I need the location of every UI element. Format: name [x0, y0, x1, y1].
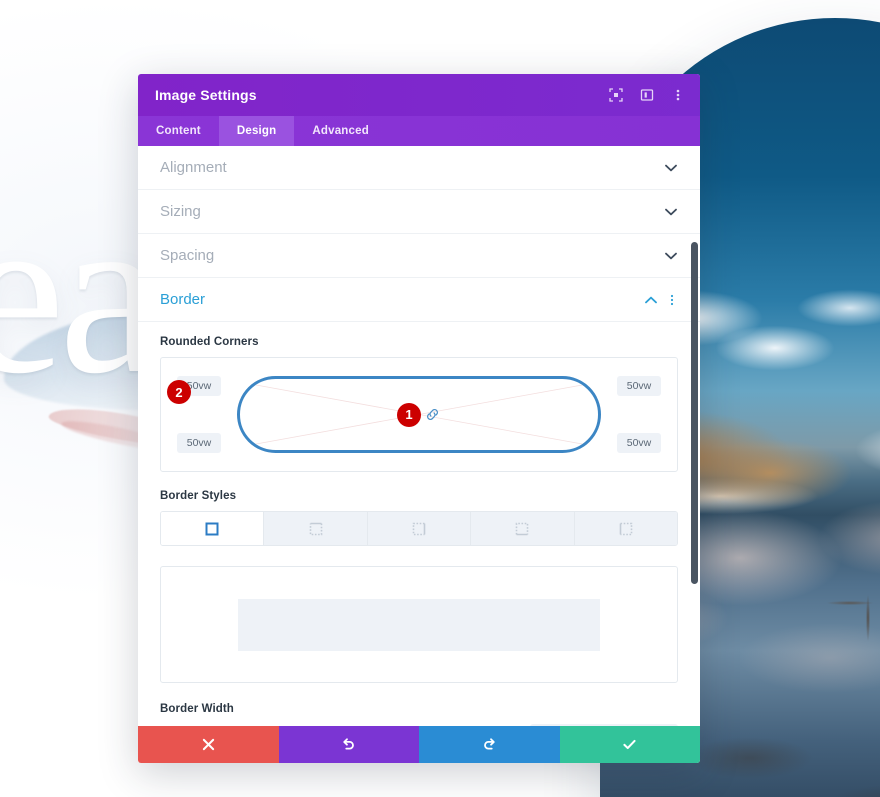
chevron-up-icon — [644, 293, 658, 307]
top-right-corner-input[interactable]: 50vw — [617, 376, 661, 396]
redo-icon — [482, 737, 497, 752]
border-styles-group — [160, 511, 678, 546]
modal-body: Alignment Sizing Spacing Border Rounded … — [138, 146, 700, 726]
settings-scrollbar[interactable] — [691, 242, 698, 584]
border-preview-box — [160, 566, 678, 683]
settings-scroll-area: Alignment Sizing Spacing Border Rounded … — [138, 146, 700, 726]
chevron-down-icon — [664, 205, 678, 219]
modal-header-actions — [608, 87, 686, 103]
section-sizing-label: Sizing — [160, 203, 201, 220]
check-icon — [622, 737, 637, 752]
border-section-content: Rounded Corners 2 50vw 50vw 50vw 50vw 1 … — [138, 322, 700, 726]
annotation-badge-1: 1 — [397, 402, 421, 427]
image-settings-modal: Image Settings Content Design Advanced A… — [138, 74, 700, 763]
link-corners-control: 1 — [397, 402, 441, 427]
border-style-bottom-button[interactable] — [471, 512, 575, 545]
layout-toggle-icon[interactable] — [639, 87, 655, 103]
border-styles-label: Border Styles — [160, 490, 237, 502]
border-style-right-button[interactable] — [367, 512, 472, 545]
border-style-left-button[interactable] — [574, 512, 677, 545]
save-button[interactable] — [559, 726, 700, 763]
border-preview-swatch — [238, 598, 600, 651]
section-border-options-icon[interactable] — [666, 294, 678, 306]
rounded-corners-control: 2 50vw 50vw 50vw 50vw 1 — [160, 357, 678, 472]
modal-title: Image Settings — [155, 87, 257, 103]
section-alignment[interactable]: Alignment — [138, 146, 700, 190]
section-spacing-label: Spacing — [160, 247, 215, 264]
border-width-input[interactable]: 0px — [530, 724, 678, 726]
redo-button[interactable] — [419, 726, 560, 763]
border-style-all-button[interactable] — [161, 512, 265, 545]
section-border[interactable]: Border — [138, 278, 700, 322]
bottom-left-corner-input[interactable]: 50vw — [177, 433, 221, 453]
chevron-down-icon — [664, 161, 678, 175]
screen: ea Image Settings Content Design Advance… — [0, 0, 880, 797]
section-border-label: Border — [160, 291, 206, 308]
section-spacing[interactable]: Spacing — [138, 234, 700, 278]
more-options-icon[interactable] — [670, 87, 686, 103]
modal-header: Image Settings — [138, 74, 700, 116]
modal-footer — [138, 726, 700, 763]
fullscreen-icon[interactable] — [608, 87, 624, 103]
chevron-down-icon — [664, 249, 678, 263]
link-corners-icon[interactable] — [423, 406, 441, 424]
cancel-button[interactable] — [138, 726, 279, 763]
tab-advanced[interactable]: Advanced — [294, 116, 387, 146]
section-sizing[interactable]: Sizing — [138, 190, 700, 234]
rounded-corners-label: Rounded Corners — [160, 336, 259, 348]
undo-button[interactable] — [278, 726, 419, 763]
tab-design[interactable]: Design — [218, 116, 295, 146]
undo-icon — [341, 737, 356, 752]
border-width-label: Border Width — [160, 703, 234, 715]
bottom-right-corner-input[interactable]: 50vw — [617, 433, 661, 453]
tab-content[interactable]: Content — [138, 116, 219, 146]
border-width-slider-row: 0px — [160, 724, 678, 726]
background-display-text: ea — [0, 165, 162, 422]
modal-tabs: Content Design Advanced — [138, 116, 700, 146]
corner-preview-shape: 1 — [237, 376, 601, 453]
close-icon — [202, 738, 215, 751]
section-alignment-label: Alignment — [160, 159, 227, 176]
annotation-badge-2: 2 — [167, 380, 191, 404]
border-style-top-button[interactable] — [264, 512, 368, 545]
